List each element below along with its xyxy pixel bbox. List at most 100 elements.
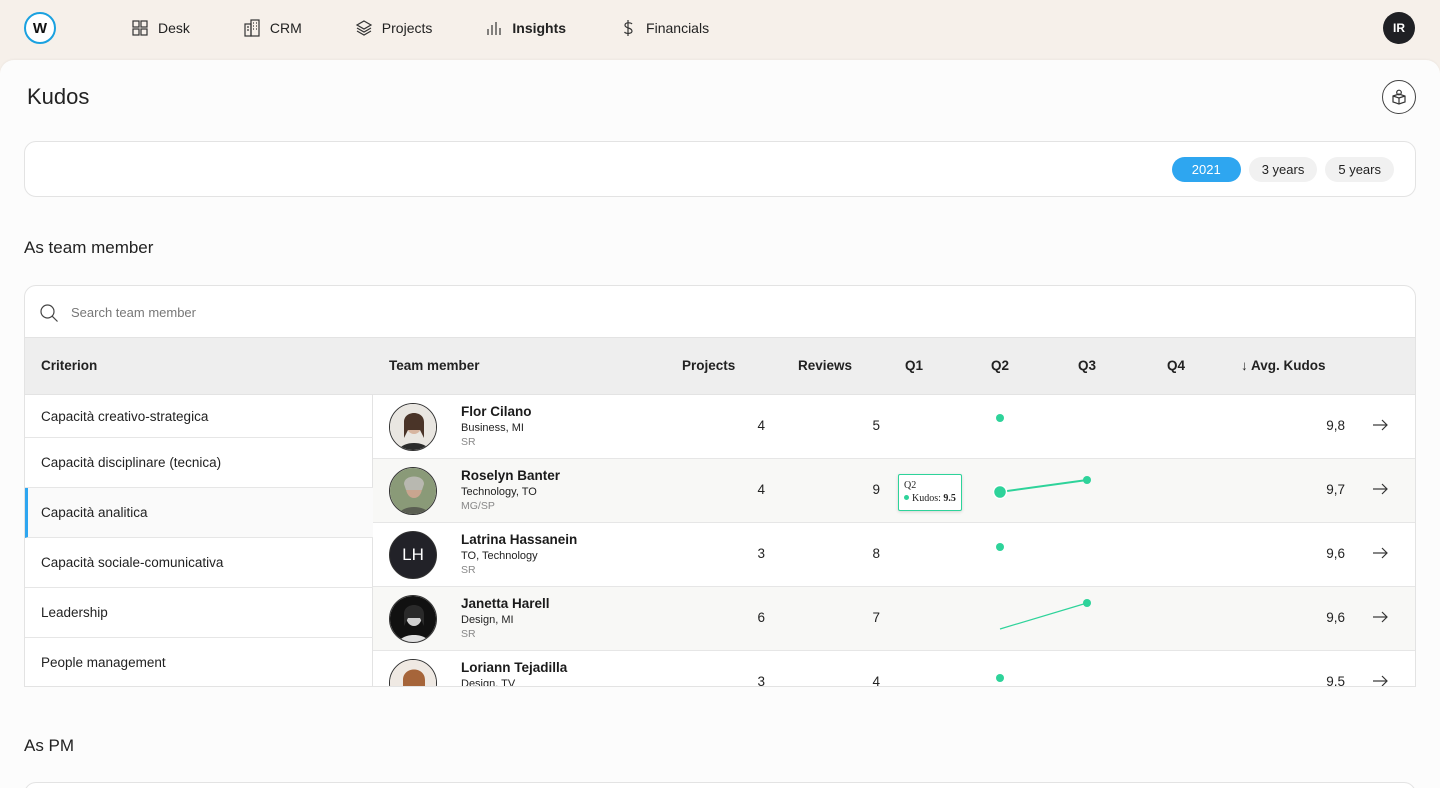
header-q4[interactable]: Q4 bbox=[1167, 358, 1185, 373]
main-panel: Kudos 2021 3 years 5 years As team membe… bbox=[0, 60, 1440, 788]
box-icon bbox=[1392, 89, 1406, 105]
section-title-pm: As PM bbox=[24, 736, 75, 755]
member-name[interactable]: Janetta Harell bbox=[461, 596, 550, 611]
table-header: Criterion Team member Projects Reviews Q… bbox=[25, 338, 1415, 395]
table-row[interactable]: Flor Cilano Business, MI SR 4 5 9,8 bbox=[373, 395, 1415, 459]
arrow-right-icon[interactable] bbox=[1371, 608, 1389, 626]
nav-item-insights[interactable]: Insights bbox=[484, 18, 566, 38]
export-button[interactable] bbox=[1382, 80, 1416, 114]
member-name[interactable]: Flor Cilano bbox=[461, 404, 532, 419]
search-input[interactable] bbox=[71, 300, 671, 324]
header-team-member[interactable]: Team member bbox=[389, 358, 480, 373]
header-q3[interactable]: Q3 bbox=[1078, 358, 1096, 373]
chart-tooltip: Q2 Kudos: 9.5 bbox=[898, 474, 962, 511]
table-row[interactable]: Loriann Tejadilla Design, TV SR 3 4 9,5 bbox=[373, 651, 1415, 687]
member-rows: Flor Cilano Business, MI SR 4 5 9,8 Rose… bbox=[373, 395, 1415, 687]
member-dept: Business, MI bbox=[461, 422, 524, 434]
member-name[interactable]: Roselyn Banter bbox=[461, 468, 560, 483]
period-pill-2021[interactable]: 2021 bbox=[1171, 157, 1241, 182]
nav-item-projects[interactable]: Projects bbox=[354, 18, 433, 38]
period-pill-3-years[interactable]: 3 years bbox=[1248, 157, 1318, 182]
grid-icon bbox=[132, 20, 148, 36]
projects-count: 3 bbox=[757, 546, 765, 561]
avg-kudos: 9,8 bbox=[1326, 418, 1345, 433]
nav-label: Financials bbox=[646, 20, 710, 36]
section-title-team: As team member bbox=[24, 238, 154, 257]
avg-kudos: 9,7 bbox=[1326, 482, 1345, 497]
member-dept: Design, MI bbox=[461, 614, 514, 626]
nav-label: Insights bbox=[512, 20, 567, 36]
nav-label: Projects bbox=[381, 20, 433, 36]
reviews-count: 8 bbox=[872, 546, 880, 561]
avg-kudos: 9,5 bbox=[1326, 674, 1345, 687]
building-icon bbox=[244, 19, 260, 37]
criterion-item[interactable]: People management bbox=[25, 638, 373, 686]
tooltip-label: Kudos: bbox=[912, 493, 944, 504]
nav-item-crm[interactable]: CRM bbox=[242, 18, 302, 38]
projects-count: 3 bbox=[757, 674, 765, 687]
legend-dot-icon bbox=[904, 495, 909, 500]
member-dept: TO, Technology bbox=[461, 550, 538, 562]
criteria-list: Capacità creativo-strategica Capacità di… bbox=[25, 395, 373, 686]
member-level: SR bbox=[461, 564, 476, 576]
avatar bbox=[389, 403, 437, 451]
criterion-item[interactable]: Capacità sociale-comunicativa bbox=[25, 538, 373, 588]
projects-count: 4 bbox=[757, 418, 765, 433]
header-criterion[interactable]: Criterion bbox=[41, 358, 97, 373]
member-level: SR bbox=[461, 628, 476, 640]
app-logo[interactable]: W bbox=[24, 12, 56, 44]
table-row[interactable]: Roselyn Banter Technology, TO MG/SP 4 9 … bbox=[373, 459, 1415, 523]
table-row[interactable]: Janetta Harell Design, MI SR 6 7 9,6 bbox=[373, 587, 1415, 651]
criterion-item[interactable]: Capacità creativo-strategica bbox=[25, 395, 373, 438]
avatar: LH bbox=[389, 531, 437, 579]
avatar bbox=[389, 659, 437, 686]
member-name[interactable]: Latrina Hassanein bbox=[461, 532, 577, 547]
reviews-count: 9 bbox=[872, 482, 880, 497]
tooltip-value: 9.5 bbox=[943, 493, 956, 504]
search-icon bbox=[40, 304, 58, 322]
arrow-right-icon[interactable] bbox=[1371, 416, 1389, 434]
avatar bbox=[389, 595, 437, 643]
criterion-item[interactable]: Leadership bbox=[25, 588, 373, 638]
layers-icon bbox=[355, 20, 373, 36]
arrow-right-icon[interactable] bbox=[1371, 480, 1389, 498]
main-nav: Desk CRM Projects Insights Financials bbox=[130, 0, 761, 56]
header-avg-kudos[interactable]: ↓ Avg. Kudos bbox=[1241, 358, 1326, 373]
reviews-count: 7 bbox=[872, 610, 880, 625]
member-level: MG/SP bbox=[461, 500, 495, 512]
avg-kudos: 9,6 bbox=[1326, 610, 1345, 625]
criterion-item-active[interactable]: Capacità analitica bbox=[25, 488, 373, 538]
nav-item-desk[interactable]: Desk bbox=[130, 18, 190, 38]
tooltip-quarter: Q2 bbox=[904, 480, 917, 491]
criterion-item[interactable]: Capacità disciplinare (tecnica) bbox=[25, 438, 373, 488]
header-reviews[interactable]: Reviews bbox=[798, 358, 852, 373]
nav-label: CRM bbox=[269, 20, 302, 36]
member-level: SR bbox=[461, 436, 476, 448]
bar-chart-icon bbox=[487, 22, 501, 35]
pm-kudos-table bbox=[24, 782, 1416, 788]
avg-kudos: 9,6 bbox=[1326, 546, 1345, 561]
header-projects[interactable]: Projects bbox=[682, 358, 735, 373]
projects-count: 6 bbox=[757, 610, 765, 625]
member-dept: Design, TV bbox=[461, 678, 516, 687]
reviews-count: 5 bbox=[872, 418, 880, 433]
period-pill-5-years[interactable]: 5 years bbox=[1325, 157, 1394, 182]
nav-item-financials[interactable]: Financials bbox=[618, 18, 709, 38]
page-title: Kudos bbox=[27, 84, 90, 109]
arrow-right-icon[interactable] bbox=[1371, 544, 1389, 562]
avatar bbox=[389, 467, 437, 515]
reviews-count: 4 bbox=[872, 674, 880, 687]
header-q1[interactable]: Q1 bbox=[905, 358, 923, 373]
member-name[interactable]: Loriann Tejadilla bbox=[461, 660, 567, 675]
dollar-icon bbox=[624, 20, 633, 36]
team-kudos-table: Criterion Team member Projects Reviews Q… bbox=[24, 285, 1416, 687]
period-filter-bar: 2021 3 years 5 years bbox=[24, 141, 1416, 197]
projects-count: 4 bbox=[757, 482, 765, 497]
table-row[interactable]: LH Latrina Hassanein TO, Technology SR 3… bbox=[373, 523, 1415, 587]
member-dept: Technology, TO bbox=[461, 486, 537, 498]
nav-label: Desk bbox=[158, 20, 190, 36]
user-avatar[interactable]: IR bbox=[1383, 12, 1415, 44]
header-q2[interactable]: Q2 bbox=[991, 358, 1009, 373]
search-bar bbox=[25, 286, 1415, 338]
arrow-right-icon[interactable] bbox=[1371, 672, 1389, 687]
